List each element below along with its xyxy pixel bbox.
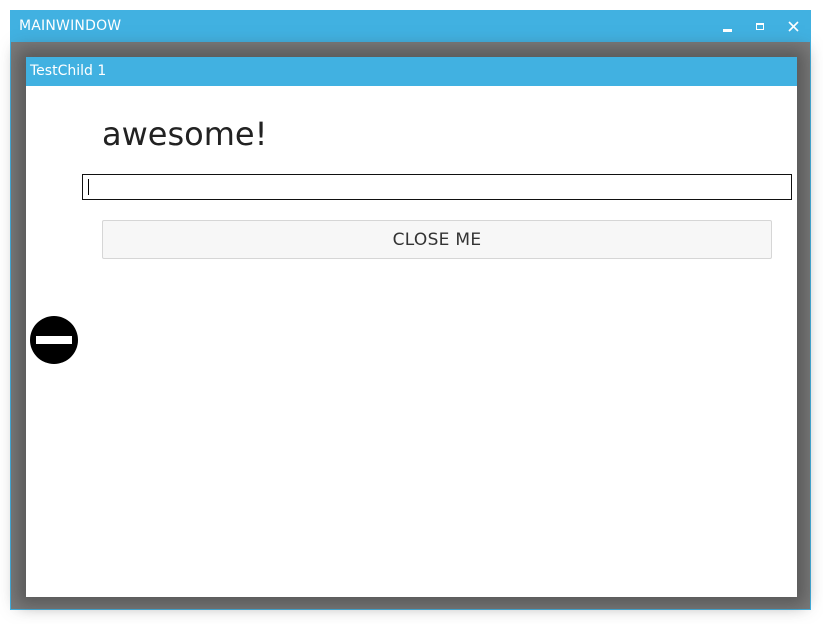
close-icon: [787, 21, 799, 32]
close-window-button[interactable]: [777, 11, 809, 42]
modal-overlay: TestChild 1 awesome! CLOSE ME: [11, 42, 810, 609]
page-heading: awesome!: [102, 115, 268, 153]
text-input[interactable]: [82, 174, 792, 200]
minimize-icon: [722, 29, 732, 32]
text-caret: [88, 179, 89, 195]
maximize-icon: [756, 23, 764, 30]
child-titlebar[interactable]: TestChild 1: [26, 57, 797, 86]
minimize-button[interactable]: [711, 11, 743, 42]
close-me-button[interactable]: CLOSE ME: [102, 220, 772, 259]
main-window: MAINWINDOW TestChild 1 awesome! CLOSE ME: [10, 10, 811, 610]
child-window-title: TestChild 1: [30, 63, 107, 79]
main-window-title: MAINWINDOW: [19, 18, 122, 34]
maximize-button[interactable]: [744, 11, 776, 42]
no-entry-icon: [30, 316, 78, 364]
child-window: TestChild 1 awesome! CLOSE ME: [26, 57, 797, 597]
main-titlebar[interactable]: MAINWINDOW: [11, 11, 810, 42]
